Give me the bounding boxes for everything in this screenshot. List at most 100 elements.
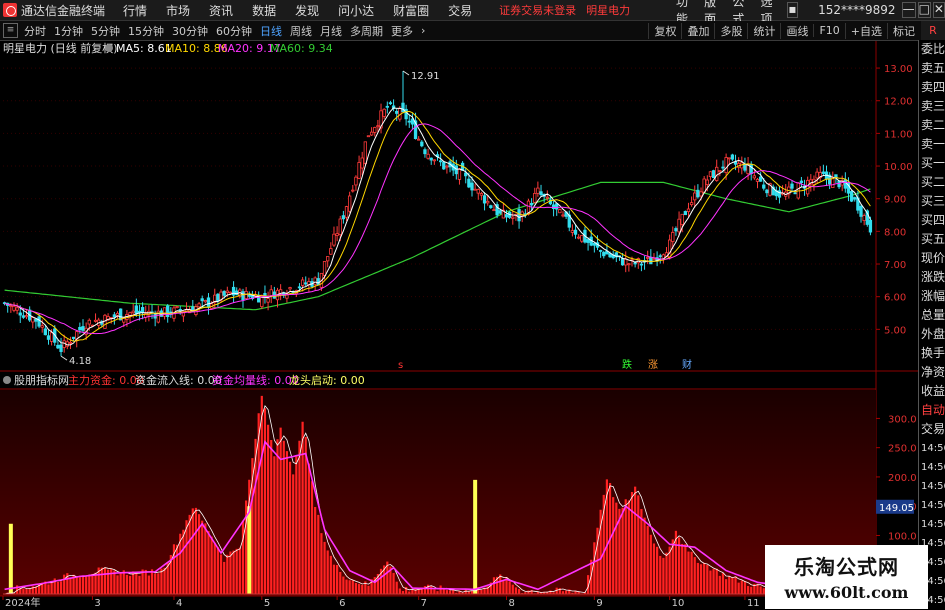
candle-body xyxy=(388,102,393,105)
chart-title: 明星电力 (日线 前复权) xyxy=(3,41,118,55)
candle-body xyxy=(203,300,208,303)
ma60-label: MA60: 9.34 xyxy=(270,42,333,55)
time-tick-label: 10 xyxy=(672,598,685,609)
candle-body xyxy=(225,290,229,294)
candle-body xyxy=(473,188,477,191)
maximize-icon[interactable]: □ xyxy=(917,2,931,18)
side-item[interactable]: 净资 xyxy=(919,363,945,382)
candle-body xyxy=(432,159,437,162)
candle-body xyxy=(178,308,182,311)
candle-body xyxy=(166,305,170,318)
side-item[interactable]: 收益 xyxy=(919,382,945,401)
side-item[interactable]: 现价 xyxy=(919,249,945,268)
side-item[interactable]: 卖一 xyxy=(919,135,945,154)
side-item[interactable]: 14:56 xyxy=(919,515,945,534)
candle-body xyxy=(853,197,857,200)
side-item[interactable]: 买四 xyxy=(919,211,945,230)
event-marker[interactable]: 跌 xyxy=(622,358,632,371)
candle-body xyxy=(718,170,722,172)
side-item[interactable]: 外盘 xyxy=(919,325,945,344)
candle-body xyxy=(376,125,380,128)
candle-body xyxy=(266,298,270,303)
candle-body xyxy=(112,314,117,318)
candle-body xyxy=(197,303,201,308)
indicator-title: 股朋指标网 xyxy=(14,373,69,387)
candle-body xyxy=(476,189,480,194)
side-item[interactable]: 总量 xyxy=(919,306,945,325)
candle-body xyxy=(536,187,540,194)
candle-body xyxy=(470,182,474,191)
candle-body xyxy=(555,203,559,210)
price-tick-label: 9.00 xyxy=(884,195,906,206)
candle-body xyxy=(715,166,719,181)
side-item[interactable]: 买一 xyxy=(919,154,945,173)
current-value-label: 149.05 xyxy=(879,503,914,514)
side-item[interactable]: 换手 xyxy=(919,344,945,363)
side-item[interactable]: 交易 xyxy=(919,420,945,439)
side-item[interactable]: 14:56 xyxy=(919,439,945,458)
side-item[interactable]: 买五 xyxy=(919,230,945,249)
side-item[interactable]: 卖五 xyxy=(919,59,945,78)
candle-body xyxy=(216,293,220,302)
side-item[interactable]: 卖二 xyxy=(919,116,945,135)
candle-body xyxy=(373,127,377,133)
candle-body xyxy=(517,209,521,222)
candle-body xyxy=(793,192,797,195)
candle-body xyxy=(489,205,493,209)
side-item[interactable]: 14:56 xyxy=(919,496,945,515)
candle-body xyxy=(15,307,19,311)
watermark-title: 乐淘公式网 xyxy=(794,555,899,579)
candle-body xyxy=(46,335,51,340)
candle-body xyxy=(539,191,543,196)
close-icon[interactable]: ✕ xyxy=(932,2,945,18)
candle-body xyxy=(326,256,330,262)
side-item[interactable]: 涨跌 xyxy=(919,268,945,287)
candle-body xyxy=(134,305,138,314)
side-item[interactable]: 卖四 xyxy=(919,78,945,97)
candle-body xyxy=(520,211,524,217)
candle-body xyxy=(297,286,302,289)
side-item[interactable]: 委比 xyxy=(919,40,945,59)
candle-body xyxy=(9,305,13,307)
candle-body xyxy=(241,291,245,301)
candle-body xyxy=(624,258,628,266)
indicator-avg-line: 资金均量线: 0.00 xyxy=(212,373,299,387)
side-item[interactable]: 14:56 xyxy=(919,477,945,496)
candle-body xyxy=(24,315,29,318)
candle-body xyxy=(586,239,590,243)
candle-body xyxy=(407,120,411,123)
candle-body xyxy=(115,312,120,316)
candle-body xyxy=(335,233,339,236)
candle-body xyxy=(357,162,361,179)
event-marker[interactable]: s xyxy=(398,360,403,371)
candle-body xyxy=(31,316,35,323)
side-item[interactable]: 14:56 xyxy=(919,458,945,477)
candle-body xyxy=(479,193,484,196)
indicator-bg xyxy=(0,390,876,596)
candle-body xyxy=(504,214,509,218)
candle-body xyxy=(200,298,204,302)
event-marker[interactable]: 财 xyxy=(682,358,692,371)
high-label: 12.91 xyxy=(411,71,440,82)
candle-body xyxy=(385,105,389,108)
side-item[interactable]: 涨幅 xyxy=(919,287,945,306)
candle-body xyxy=(457,168,462,180)
indicator-settings-icon[interactable] xyxy=(3,376,11,384)
candle-body xyxy=(620,258,625,266)
side-item[interactable]: 卖三 xyxy=(919,97,945,116)
candle-body xyxy=(34,318,38,322)
candle-body xyxy=(12,305,16,311)
chart-canvas[interactable]: 13.00 12.00 11.00 10.00 9.00 8.00 7.00 6.00 5.00… xyxy=(0,0,918,609)
side-item[interactable]: 买二 xyxy=(919,173,945,192)
side-item[interactable]: 买三 xyxy=(919,192,945,211)
candle-body xyxy=(674,228,678,232)
side-item[interactable]: 自动 xyxy=(919,401,945,420)
candle-body xyxy=(417,138,421,141)
ma-settings-icon[interactable] xyxy=(105,44,113,52)
leader-start-bar xyxy=(247,506,252,594)
candle-body xyxy=(498,210,502,214)
time-tick-label: 5 xyxy=(264,598,270,609)
event-marker[interactable]: 涨 xyxy=(648,359,658,371)
candle-body xyxy=(724,157,728,174)
r-tag[interactable]: R xyxy=(921,21,945,40)
